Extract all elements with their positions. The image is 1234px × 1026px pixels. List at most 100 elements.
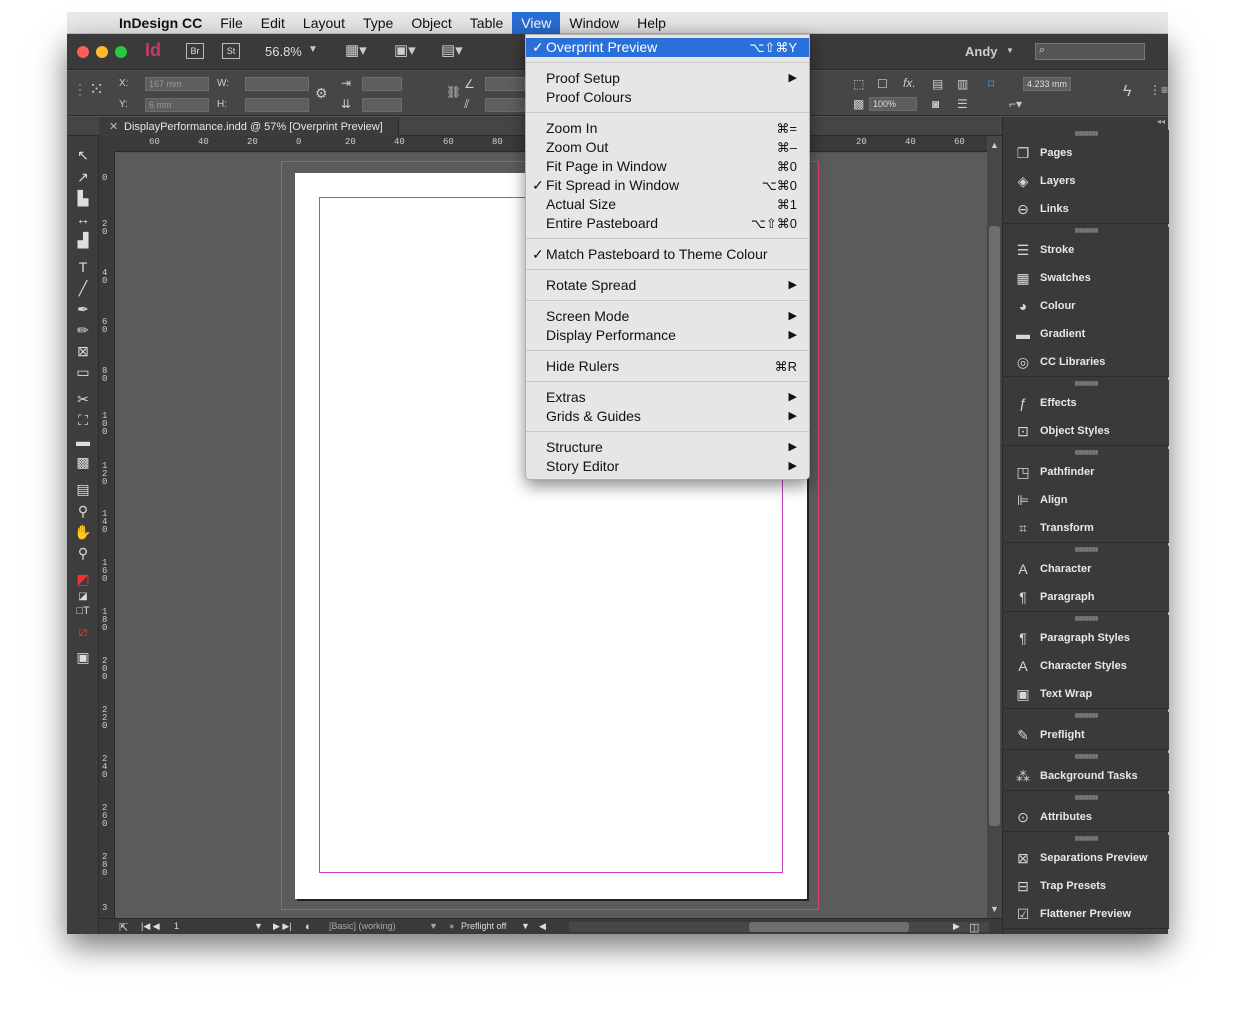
formatting-container-icon[interactable]: □T [74, 602, 92, 620]
menu-item-fit-page-in-window[interactable]: Fit Page in Window ⌘0 [526, 157, 809, 176]
stock-button[interactable]: St [222, 43, 240, 59]
panel-group-grip[interactable]: ▮▮▮▮▮▮▮▮▮▮ [1003, 449, 1169, 458]
panel-group-grip[interactable]: ▮▮▮▮▮▮▮▮▮▮ [1003, 712, 1169, 721]
opacity-field[interactable]: 100% [869, 97, 917, 111]
link-scale-icon[interactable]: ⛓ [446, 85, 461, 99]
panel-align[interactable]: ⊫ Align [1003, 486, 1169, 514]
scroll-left-icon[interactable]: ◀ [539, 921, 546, 932]
app-menu[interactable]: InDesign CC [119, 15, 202, 31]
scroll-right-icon[interactable]: ▶ [953, 921, 960, 932]
align-bottom-icon[interactable]: ☰ [957, 97, 968, 111]
panel-group-grip[interactable]: ▮▮▮▮▮▮▮▮▮▮ [1003, 615, 1169, 624]
y-position-field[interactable]: 6 mm [145, 98, 209, 112]
shear-field[interactable] [485, 98, 525, 112]
menu-item-extras[interactable]: Extras ▶ [526, 388, 809, 407]
menu-item-rotate-spread[interactable]: Rotate Spread ▶ [526, 276, 809, 295]
menu-table[interactable]: Table [461, 12, 512, 34]
panel-group-grip[interactable]: ▮▮▮▮▮▮▮▮▮▮ [1003, 546, 1169, 555]
menu-item-proof-setup[interactable]: Proof Setup ▶ [526, 69, 809, 88]
wrap-icon[interactable]: ⬚ [853, 77, 864, 91]
selection-tool-icon[interactable]: ↖ [74, 146, 92, 164]
close-tab-icon[interactable]: ✕ [109, 120, 118, 133]
scale-y-field[interactable] [362, 98, 402, 112]
panel-trap-presets[interactable]: ⊟ Trap Presets [1003, 872, 1169, 900]
panel-layers[interactable]: ◈ Layers [1003, 167, 1169, 195]
zoom-dropdown-icon[interactable]: ▼ [308, 44, 318, 55]
panel-group-grip[interactable]: ▮▮▮▮▮▮▮▮▮▮ [1003, 380, 1169, 389]
menu-item-match-pasteboard-to-theme-colour[interactable]: ✓ Match Pasteboard to Theme Colour [526, 245, 809, 264]
panel-cc-libraries[interactable]: ◎ CC Libraries [1003, 348, 1169, 376]
collapse-dock-icon[interactable]: ◂◂ [1003, 117, 1169, 127]
align-middle-icon[interactable]: ▥ [957, 77, 968, 91]
first-page-icon[interactable]: |◀ ◀ [141, 921, 160, 932]
gap-tool-icon[interactable]: ↔ [74, 210, 92, 228]
document-status-icon[interactable]: ◐ [305, 921, 312, 933]
width-field[interactable] [245, 77, 309, 91]
panel-background-tasks[interactable]: ⁂ Background Tasks [1003, 762, 1169, 790]
stroke-weight-field[interactable]: 4.233 mm [1023, 77, 1071, 91]
frame-icon[interactable]: ⌑ [988, 77, 994, 91]
panel-attributes[interactable]: ⊙ Attributes [1003, 803, 1169, 831]
style-dropdown-icon[interactable]: ▼ [429, 921, 438, 931]
panel-group-grip[interactable]: ▮▮▮▮▮▮▮▮▮▮ [1003, 794, 1169, 803]
preflight-dropdown-icon[interactable]: ▼ [521, 921, 530, 931]
menu-file[interactable]: File [211, 12, 252, 34]
panel-group-grip[interactable]: ▮▮▮▮▮▮▮▮▮▮ [1003, 130, 1169, 139]
page-tool-icon[interactable]: ▙ [74, 189, 92, 207]
control-menu-icon[interactable]: ⋮≡ [1149, 83, 1168, 97]
panel-pages[interactable]: ❐ Pages [1003, 139, 1169, 167]
apply-none-icon[interactable]: ⧄ [74, 622, 92, 640]
panel-object-styles[interactable]: ⊡ Object Styles [1003, 417, 1169, 445]
zoom-level[interactable]: 56.8% [265, 44, 302, 59]
menu-item-display-performance[interactable]: Display Performance ▶ [526, 326, 809, 345]
horizontal-scrollbar[interactable] [569, 922, 989, 932]
panel-text-wrap[interactable]: ▣ Text Wrap [1003, 680, 1169, 708]
vertical-scrollbar[interactable]: ▲ ▼ [987, 136, 1002, 918]
rotate-field[interactable] [485, 77, 525, 91]
frame-fitting-icon[interactable]: ☐ [877, 77, 888, 91]
height-field[interactable] [245, 98, 309, 112]
scroll-down-icon[interactable]: ▼ [990, 904, 999, 914]
rectangle-tool-icon[interactable]: ▭ [74, 363, 92, 381]
menu-item-overprint-preview[interactable]: ✓ Overprint Preview ⌥⇧⌘Y [526, 38, 809, 57]
screen-mode-tool-icon[interactable]: ▣ [74, 648, 92, 666]
note-tool-icon[interactable]: ▤ [74, 480, 92, 498]
panel-character-styles[interactable]: A Character Styles [1003, 652, 1169, 680]
menu-object[interactable]: Object [402, 12, 460, 34]
document-tab[interactable]: ✕ DisplayPerformance.indd @ 57% [Overpri… [99, 117, 399, 136]
hand-tool-icon[interactable]: ✋ [74, 523, 92, 541]
menu-layout[interactable]: Layout [294, 12, 354, 34]
free-transform-tool-icon[interactable]: ⛶ [74, 411, 92, 429]
panel-effects[interactable]: ƒ Effects [1003, 389, 1169, 417]
scroll-up-icon[interactable]: ▲ [990, 140, 999, 150]
menu-item-hide-rulers[interactable]: Hide Rulers ⌘R [526, 357, 809, 376]
zoom-window-button[interactable] [115, 46, 127, 58]
reference-point-icon[interactable]: ⁙ [89, 79, 104, 100]
panel-transform[interactable]: ⌗ Transform [1003, 514, 1169, 542]
panel-flattener-preview[interactable]: ☑ Flattener Preview [1003, 900, 1169, 928]
gradient-feather-tool-icon[interactable]: ▩ [74, 453, 92, 471]
page-number-field[interactable]: 1 [174, 921, 179, 931]
quick-apply-icon[interactable]: ϟ [1123, 83, 1131, 101]
open-in-bridge-icon[interactable]: ⇱ [119, 921, 128, 934]
menu-item-entire-pasteboard[interactable]: Entire Pasteboard ⌥⇧⌘0 [526, 214, 809, 233]
panel-gradient[interactable]: ▬ Gradient [1003, 320, 1169, 348]
eyedropper-tool-icon[interactable]: ⚲ [74, 502, 92, 520]
scale-x-field[interactable] [362, 77, 402, 91]
panel-paragraph[interactable]: ¶ Paragraph [1003, 583, 1169, 611]
constrain-proportions-icon[interactable]: ⚙ [315, 85, 328, 102]
panel-colour[interactable]: ◕ Colour [1003, 292, 1169, 320]
gradient-swatch-tool-icon[interactable]: ▬ [74, 432, 92, 450]
type-tool-icon[interactable]: T [74, 258, 92, 276]
bridge-button[interactable]: Br [186, 43, 204, 59]
rectangle-frame-tool-icon[interactable]: ⊠ [74, 342, 92, 360]
scissors-tool-icon[interactable]: ✂ [74, 390, 92, 408]
arrange-documents-icon[interactable]: ▤▾ [441, 41, 463, 59]
menu-item-structure[interactable]: Structure ▶ [526, 438, 809, 457]
menu-item-zoom-in[interactable]: Zoom In ⌘= [526, 119, 809, 138]
style-status[interactable]: [Basic] (working) [329, 921, 396, 931]
align-center-icon[interactable]: ◙ [932, 97, 939, 111]
menu-item-proof-colours[interactable]: Proof Colours [526, 88, 809, 107]
fx-icon[interactable]: fx. [903, 76, 916, 90]
panel-paragraph-styles[interactable]: ¶ Paragraph Styles [1003, 624, 1169, 652]
